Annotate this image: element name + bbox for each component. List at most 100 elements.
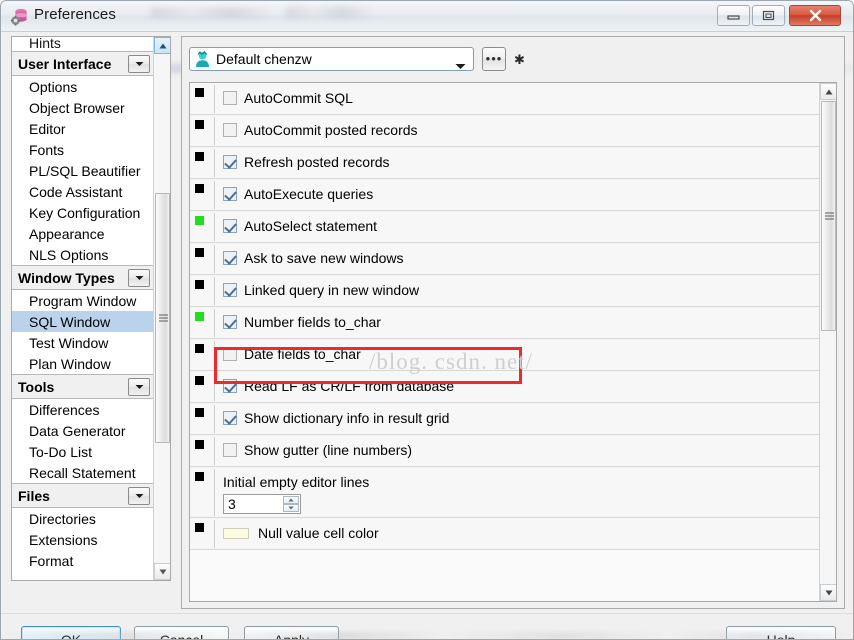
option-label: Date fields to_char <box>244 346 361 362</box>
scroll-up-button[interactable] <box>154 37 170 54</box>
tree-item-label: Data Generator <box>29 422 126 439</box>
divider <box>214 437 215 465</box>
options-scrollbar-thumb[interactable] <box>821 101 836 331</box>
tree-item-label: Test Window <box>29 334 109 351</box>
sidebar-item-program-window[interactable]: Program Window <box>12 290 154 311</box>
sidebar-item-data-generator[interactable]: Data Generator <box>12 420 154 441</box>
divider <box>214 117 215 145</box>
sidebar-item-key-configuration[interactable]: Key Configuration <box>12 202 154 223</box>
checkbox[interactable] <box>223 251 237 265</box>
option-row-show-gutter[interactable]: Show gutter (line numbers) <box>190 435 820 467</box>
option-label: Null value cell color <box>258 525 379 541</box>
initial-empty-editor-lines-stepper[interactable]: 3 <box>223 494 301 514</box>
sidebar-item-differences[interactable]: Differences <box>12 399 154 420</box>
divider <box>214 469 215 516</box>
option-label: Refresh posted records <box>244 154 390 170</box>
stepper-buttons[interactable] <box>283 496 299 512</box>
stepper-value: 3 <box>228 496 236 512</box>
tree-item-label: Recall Statement <box>29 464 136 481</box>
sidebar-item-extensions[interactable]: Extensions <box>12 529 154 550</box>
sidebar-item-editor[interactable]: Editor <box>12 118 154 139</box>
option-row-null-value-cell-color[interactable]: Null value cell color <box>190 518 820 550</box>
option-row-linked-query-in-new-window[interactable]: Linked query in new window <box>190 275 820 307</box>
background-blur-artifact-2 <box>286 6 371 18</box>
option-state-marker <box>195 120 204 129</box>
option-row-autocommit-posted-records[interactable]: AutoCommit posted records <box>190 115 820 147</box>
scroll-up-button[interactable] <box>820 83 836 100</box>
checkbox[interactable] <box>223 347 237 361</box>
sidebar-item-directories[interactable]: Directories <box>12 508 154 529</box>
checkbox[interactable] <box>223 91 237 105</box>
profile-default-star-icon[interactable]: ✱ <box>514 52 525 68</box>
sidebar-item-nls-options[interactable]: NLS Options <box>12 244 154 265</box>
sidebar-item-to-do-list[interactable]: To-Do List <box>12 441 154 462</box>
option-row-refresh-posted-records[interactable]: Refresh posted records <box>190 147 820 179</box>
minimize-button[interactable] <box>717 5 750 26</box>
checkbox[interactable] <box>223 379 237 393</box>
tree-group-label: Files <box>18 487 50 504</box>
tree-group-user-interface[interactable]: User Interface <box>12 51 154 76</box>
sidebar-item-format[interactable]: Format <box>12 550 154 571</box>
option-state-marker <box>195 88 204 97</box>
checkbox[interactable] <box>223 411 237 425</box>
checkbox[interactable] <box>223 283 237 297</box>
checkbox[interactable] <box>223 187 237 201</box>
chevron-down-icon[interactable] <box>128 55 150 73</box>
checkbox[interactable] <box>223 155 237 169</box>
sidebar-item-object-browser[interactable]: Object Browser <box>12 97 154 118</box>
sidebar-item-appearance[interactable]: Appearance <box>12 223 154 244</box>
divider <box>214 149 215 177</box>
sidebar-item-test-window[interactable]: Test Window <box>12 332 154 353</box>
option-row-show-dictionary-info[interactable]: Show dictionary info in result grid <box>190 403 820 435</box>
sidebar-item-plsql-beautifier[interactable]: PL/SQL Beautifier <box>12 160 154 181</box>
option-row-read-lf-as-crlf[interactable]: Read LF as CR/LF from database <box>190 371 820 403</box>
divider <box>214 341 215 369</box>
sidebar-item-options[interactable]: Options <box>12 76 154 97</box>
option-row-initial-empty-editor-lines[interactable]: Initial empty editor lines 3 <box>190 467 820 518</box>
sidebar-item-code-assistant[interactable]: Code Assistant <box>12 181 154 202</box>
checkbox[interactable] <box>223 443 237 457</box>
scroll-down-button[interactable] <box>154 563 170 580</box>
tree-item-hints[interactable]: Hints <box>12 37 154 51</box>
tree-group-tools[interactable]: Tools <box>12 374 154 399</box>
tree-item-label: Fonts <box>29 141 65 158</box>
options-scrollbar[interactable] <box>819 83 836 601</box>
close-button[interactable] <box>789 5 841 26</box>
user-profile-icon <box>196 51 209 67</box>
option-label: AutoCommit posted records <box>244 122 418 138</box>
option-row-autocommit-sql[interactable]: AutoCommit SQL <box>190 83 820 115</box>
option-row-ask-to-save-new-windows[interactable]: Ask to save new windows <box>190 243 820 275</box>
scroll-down-button[interactable] <box>820 584 836 601</box>
profile-browse-button[interactable]: ••• <box>482 47 506 71</box>
option-row-autoselect-statement[interactable]: AutoSelect statement <box>190 211 820 243</box>
tree-group-window-types[interactable]: Window Types <box>12 265 154 290</box>
option-row-autoexecute-queries[interactable]: AutoExecute queries <box>190 179 820 211</box>
color-swatch[interactable] <box>223 528 249 539</box>
option-row-date-fields-to-char[interactable]: Date fields to_char <box>190 339 820 371</box>
navigation-scrollbar-thumb[interactable] <box>155 193 170 443</box>
checkbox[interactable] <box>223 219 237 233</box>
option-state-marker <box>195 152 204 161</box>
tree-item-label: Program Window <box>29 292 137 309</box>
grip-icon <box>159 314 168 322</box>
option-row-number-fields-to-char[interactable]: Number fields to_char <box>190 307 820 339</box>
tree-group-files[interactable]: Files <box>12 483 154 508</box>
option-state-marker <box>195 440 204 449</box>
option-state-marker <box>195 248 204 257</box>
sidebar-item-plan-window[interactable]: Plan Window <box>12 353 154 374</box>
stepper-up-icon[interactable] <box>283 496 299 504</box>
chevron-down-icon[interactable] <box>128 487 150 505</box>
stepper-down-icon[interactable] <box>283 504 299 512</box>
chevron-down-icon[interactable] <box>128 378 150 396</box>
option-state-marker <box>195 408 204 417</box>
maximize-button[interactable] <box>752 5 785 26</box>
checkbox[interactable] <box>223 315 237 329</box>
checkbox[interactable] <box>223 123 237 137</box>
sidebar-item-sql-window[interactable]: SQL Window <box>12 311 154 332</box>
navigation-scrollbar[interactable] <box>153 37 170 580</box>
chevron-down-icon[interactable] <box>128 269 150 287</box>
sidebar-item-fonts[interactable]: Fonts <box>12 139 154 160</box>
profile-dropdown[interactable]: Default chenzw <box>189 47 474 71</box>
sidebar-item-recall-statement[interactable]: Recall Statement <box>12 462 154 483</box>
triangle-down-icon[interactable] <box>455 57 466 75</box>
